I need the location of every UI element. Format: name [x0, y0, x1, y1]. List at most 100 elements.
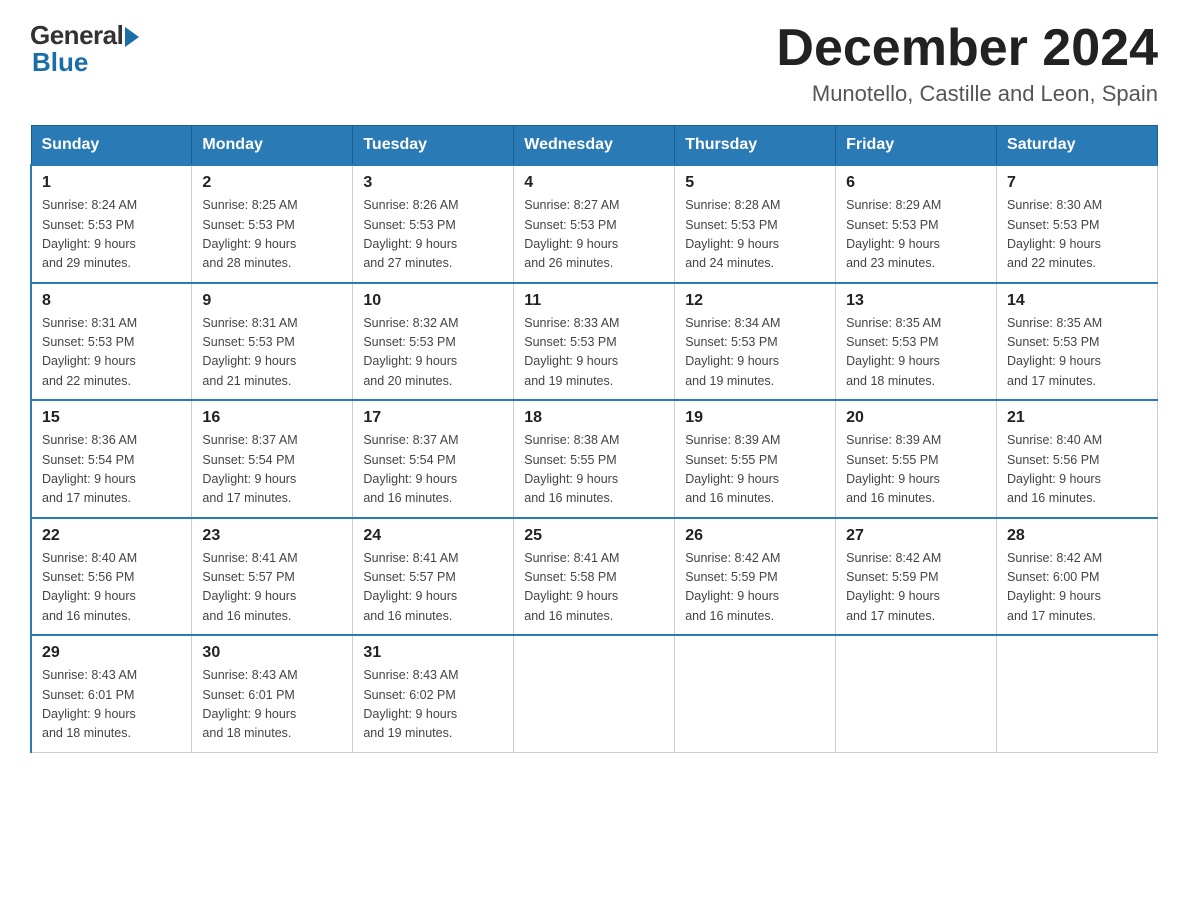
- day-number: 1: [42, 174, 181, 192]
- calendar-day-cell: [836, 635, 997, 752]
- calendar-day-cell: [514, 635, 675, 752]
- day-info: Sunrise: 8:40 AMSunset: 5:56 PMDaylight:…: [42, 549, 181, 627]
- location-title: Munotello, Castille and Leon, Spain: [776, 81, 1158, 107]
- logo-arrow-icon: [125, 27, 139, 47]
- day-number: 17: [363, 409, 503, 427]
- day-info: Sunrise: 8:43 AMSunset: 6:02 PMDaylight:…: [363, 666, 503, 744]
- calendar-day-cell: [997, 635, 1158, 752]
- col-monday: Monday: [192, 126, 353, 166]
- day-info: Sunrise: 8:32 AMSunset: 5:53 PMDaylight:…: [363, 314, 503, 392]
- day-info: Sunrise: 8:41 AMSunset: 5:57 PMDaylight:…: [363, 549, 503, 627]
- day-info: Sunrise: 8:33 AMSunset: 5:53 PMDaylight:…: [524, 314, 664, 392]
- calendar-day-cell: 15 Sunrise: 8:36 AMSunset: 5:54 PMDayligh…: [31, 400, 192, 518]
- day-info: Sunrise: 8:28 AMSunset: 5:53 PMDaylight:…: [685, 196, 825, 274]
- day-info: Sunrise: 8:35 AMSunset: 5:53 PMDaylight:…: [846, 314, 986, 392]
- day-info: Sunrise: 8:37 AMSunset: 5:54 PMDaylight:…: [363, 431, 503, 509]
- calendar-day-cell: 9Sunrise: 8:31 AMSunset: 5:53 PMDaylight…: [192, 283, 353, 401]
- day-number: 14: [1007, 292, 1147, 310]
- day-number: 22: [42, 527, 181, 545]
- day-number: 25: [524, 527, 664, 545]
- day-number: 5: [685, 174, 825, 192]
- day-info: Sunrise: 8:41 AMSunset: 5:57 PMDaylight:…: [202, 549, 342, 627]
- day-number: 3: [363, 174, 503, 192]
- day-number: 20: [846, 409, 986, 427]
- calendar-header-row: Sunday Monday Tuesday Wednesday Thursday…: [31, 126, 1158, 166]
- month-title: December 2024: [776, 20, 1158, 77]
- col-thursday: Thursday: [675, 126, 836, 166]
- day-number: 15: [42, 409, 181, 427]
- day-number: 28: [1007, 527, 1147, 545]
- day-info: Sunrise: 8:43 AMSunset: 6:01 PMDaylight:…: [42, 666, 181, 744]
- calendar-week-row: 15 Sunrise: 8:36 AMSunset: 5:54 PMDayligh…: [31, 400, 1158, 518]
- day-number: 16: [202, 409, 342, 427]
- calendar-day-cell: 31 Sunrise: 8:43 AMSunset: 6:02 PMDayligh…: [353, 635, 514, 752]
- col-wednesday: Wednesday: [514, 126, 675, 166]
- calendar-day-cell: 27 Sunrise: 8:42 AMSunset: 5:59 PMDayligh…: [836, 518, 997, 636]
- calendar-day-cell: 7 Sunrise: 8:30 AMSunset: 5:53 PMDaylight…: [997, 165, 1158, 283]
- calendar-day-cell: 10 Sunrise: 8:32 AMSunset: 5:53 PMDayligh…: [353, 283, 514, 401]
- day-info: Sunrise: 8:36 AMSunset: 5:54 PMDaylight:…: [42, 431, 181, 509]
- calendar-day-cell: 19Sunrise: 8:39 AMSunset: 5:55 PMDayligh…: [675, 400, 836, 518]
- day-info: Sunrise: 8:25 AMSunset: 5:53 PMDaylight:…: [202, 196, 342, 274]
- day-info: Sunrise: 8:42 AMSunset: 5:59 PMDaylight:…: [846, 549, 986, 627]
- day-number: 11: [524, 292, 664, 310]
- logo-blue-text: Blue: [30, 47, 88, 78]
- calendar-day-cell: 11 Sunrise: 8:33 AMSunset: 5:53 PMDayligh…: [514, 283, 675, 401]
- calendar-day-cell: 14 Sunrise: 8:35 AMSunset: 5:53 PMDayligh…: [997, 283, 1158, 401]
- calendar-day-cell: 26Sunrise: 8:42 AMSunset: 5:59 PMDayligh…: [675, 518, 836, 636]
- day-number: 24: [363, 527, 503, 545]
- calendar-day-cell: 5 Sunrise: 8:28 AMSunset: 5:53 PMDaylight…: [675, 165, 836, 283]
- day-info: Sunrise: 8:37 AMSunset: 5:54 PMDaylight:…: [202, 431, 342, 509]
- col-friday: Friday: [836, 126, 997, 166]
- day-info: Sunrise: 8:31 AMSunset: 5:53 PMDaylight:…: [202, 314, 342, 392]
- day-number: 31: [363, 644, 503, 662]
- day-number: 7: [1007, 174, 1147, 192]
- day-number: 29: [42, 644, 181, 662]
- day-info: Sunrise: 8:39 AMSunset: 5:55 PMDaylight:…: [846, 431, 986, 509]
- calendar-day-cell: 22 Sunrise: 8:40 AMSunset: 5:56 PMDayligh…: [31, 518, 192, 636]
- day-info: Sunrise: 8:34 AMSunset: 5:53 PMDaylight:…: [685, 314, 825, 392]
- day-number: 27: [846, 527, 986, 545]
- day-number: 23: [202, 527, 342, 545]
- day-number: 12: [685, 292, 825, 310]
- calendar-day-cell: 21Sunrise: 8:40 AMSunset: 5:56 PMDayligh…: [997, 400, 1158, 518]
- calendar-week-row: 1 Sunrise: 8:24 AMSunset: 5:53 PMDaylight…: [31, 165, 1158, 283]
- day-info: Sunrise: 8:31 AMSunset: 5:53 PMDaylight:…: [42, 314, 181, 392]
- calendar-day-cell: 24 Sunrise: 8:41 AMSunset: 5:57 PMDayligh…: [353, 518, 514, 636]
- day-number: 26: [685, 527, 825, 545]
- calendar-day-cell: 29 Sunrise: 8:43 AMSunset: 6:01 PMDayligh…: [31, 635, 192, 752]
- day-number: 2: [202, 174, 342, 192]
- day-info: Sunrise: 8:42 AMSunset: 6:00 PMDaylight:…: [1007, 549, 1147, 627]
- day-info: Sunrise: 8:24 AMSunset: 5:53 PMDaylight:…: [42, 196, 181, 274]
- day-info: Sunrise: 8:27 AMSunset: 5:53 PMDaylight:…: [524, 196, 664, 274]
- page-header: General Blue December 2024 Munotello, Ca…: [30, 20, 1158, 107]
- day-number: 19: [685, 409, 825, 427]
- calendar-day-cell: 2 Sunrise: 8:25 AMSunset: 5:53 PMDaylight…: [192, 165, 353, 283]
- day-number: 6: [846, 174, 986, 192]
- calendar-day-cell: 13Sunrise: 8:35 AMSunset: 5:53 PMDayligh…: [836, 283, 997, 401]
- calendar-day-cell: 18 Sunrise: 8:38 AMSunset: 5:55 PMDayligh…: [514, 400, 675, 518]
- calendar-day-cell: 30 Sunrise: 8:43 AMSunset: 6:01 PMDayligh…: [192, 635, 353, 752]
- title-section: December 2024 Munotello, Castille and Le…: [776, 20, 1158, 107]
- calendar-day-cell: 20 Sunrise: 8:39 AMSunset: 5:55 PMDayligh…: [836, 400, 997, 518]
- calendar-day-cell: 12 Sunrise: 8:34 AMSunset: 5:53 PMDayligh…: [675, 283, 836, 401]
- col-saturday: Saturday: [997, 126, 1158, 166]
- calendar-day-cell: [675, 635, 836, 752]
- day-info: Sunrise: 8:38 AMSunset: 5:55 PMDaylight:…: [524, 431, 664, 509]
- calendar-week-row: 22 Sunrise: 8:40 AMSunset: 5:56 PMDayligh…: [31, 518, 1158, 636]
- calendar-day-cell: 6 Sunrise: 8:29 AMSunset: 5:53 PMDaylight…: [836, 165, 997, 283]
- logo: General Blue: [30, 20, 139, 78]
- calendar-day-cell: 3Sunrise: 8:26 AMSunset: 5:53 PMDaylight…: [353, 165, 514, 283]
- day-number: 10: [363, 292, 503, 310]
- day-number: 30: [202, 644, 342, 662]
- day-number: 8: [42, 292, 181, 310]
- calendar-day-cell: 16 Sunrise: 8:37 AMSunset: 5:54 PMDayligh…: [192, 400, 353, 518]
- day-info: Sunrise: 8:35 AMSunset: 5:53 PMDaylight:…: [1007, 314, 1147, 392]
- day-info: Sunrise: 8:40 AMSunset: 5:56 PMDaylight:…: [1007, 431, 1147, 509]
- day-info: Sunrise: 8:43 AMSunset: 6:01 PMDaylight:…: [202, 666, 342, 744]
- day-info: Sunrise: 8:29 AMSunset: 5:53 PMDaylight:…: [846, 196, 986, 274]
- calendar-day-cell: 4Sunrise: 8:27 AMSunset: 5:53 PMDaylight…: [514, 165, 675, 283]
- day-number: 18: [524, 409, 664, 427]
- calendar-day-cell: 8 Sunrise: 8:31 AMSunset: 5:53 PMDaylight…: [31, 283, 192, 401]
- day-info: Sunrise: 8:30 AMSunset: 5:53 PMDaylight:…: [1007, 196, 1147, 274]
